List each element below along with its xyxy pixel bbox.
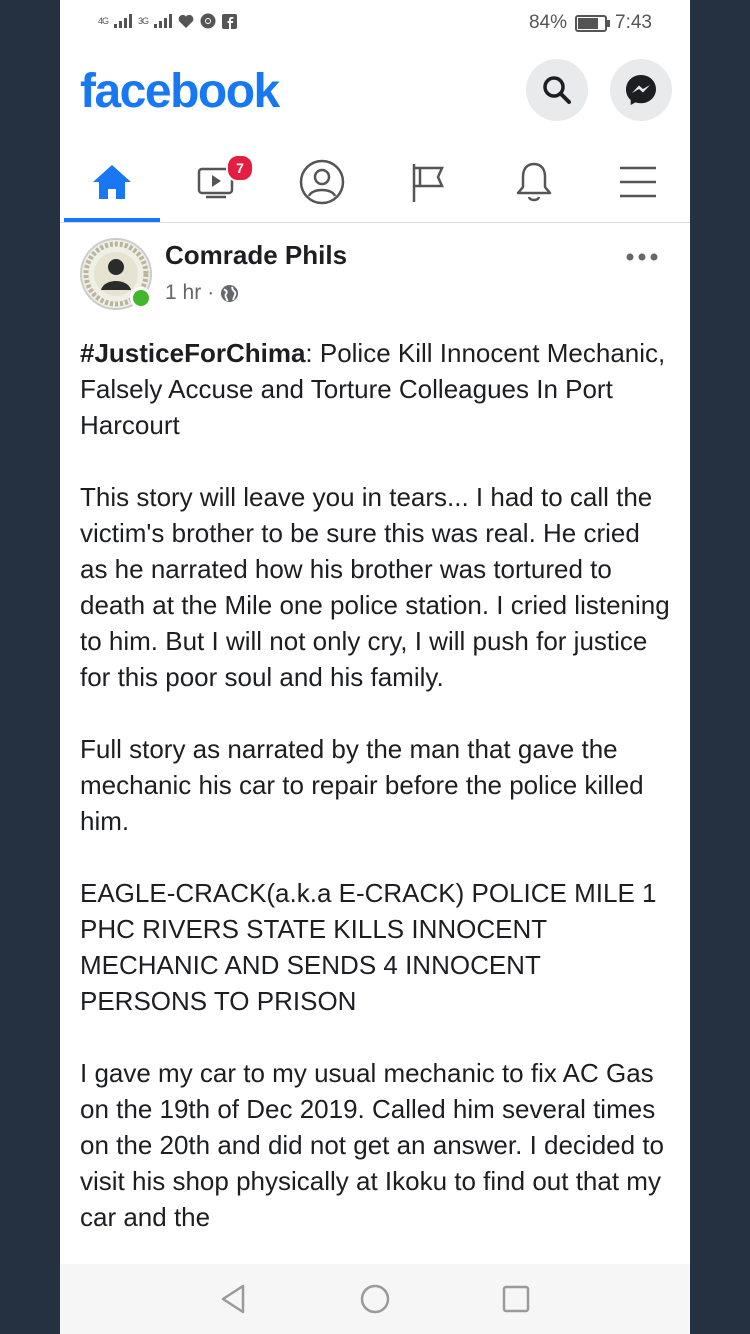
signal-label-2: 3G [138, 15, 149, 26]
search-icon [543, 76, 571, 104]
phone-screen: 4G 3G 84% 7:43 facebook 7 Comrade Phils … [60, 0, 690, 1334]
messenger-icon [626, 75, 656, 105]
bell-icon [516, 162, 552, 202]
status-right: 84% 7:43 [529, 12, 652, 34]
signal-icon [114, 14, 133, 28]
status-bar: 4G 3G 84% 7:43 [60, 0, 690, 48]
post-options-button[interactable] [626, 238, 658, 269]
signal-label-1: 4G [98, 15, 109, 26]
post-paragraph-4: I gave my car to my usual mechanic to fi… [80, 1058, 664, 1232]
profile-icon [299, 159, 345, 205]
system-nav-bar [60, 1264, 690, 1334]
top-nav: 7 [60, 148, 690, 224]
status-left: 4G 3G [98, 13, 238, 29]
post-body: #JusticeForChima: Police Kill Innocent M… [80, 335, 674, 1271]
online-status-dot [130, 287, 152, 309]
tab-notifications[interactable] [484, 148, 584, 216]
facebook-app-icon [222, 13, 238, 29]
battery-fill [578, 17, 599, 29]
tab-home[interactable] [62, 148, 162, 216]
battery-icon [575, 14, 611, 32]
nav-divider [60, 222, 690, 223]
heart-icon [178, 14, 194, 28]
facebook-logo[interactable]: facebook [80, 64, 280, 119]
battery-percent: 84% [528, 12, 568, 33]
post-paragraph-2: Full story as narrated by the man that g… [80, 734, 644, 836]
messenger-button[interactable] [610, 59, 672, 121]
globe-icon [221, 284, 239, 302]
flag-icon [412, 164, 444, 202]
post-author[interactable]: Comrade Phils [165, 240, 347, 271]
tab-pages[interactable] [378, 148, 478, 216]
tab-menu[interactable] [588, 148, 688, 216]
recents-icon[interactable] [501, 1284, 531, 1314]
post-meta: 1 hr · [165, 281, 239, 305]
clock: 7:43 [615, 12, 652, 33]
home-icon [93, 165, 131, 199]
post-time[interactable]: 1 hr [165, 281, 201, 305]
post-paragraph-1: This story will leave you in tears... I … [80, 482, 670, 692]
post-paragraph-3: EAGLE-CRACK(a.k.a E-CRACK) POLICE MILE 1… [80, 878, 657, 1016]
more-dots-icon [626, 253, 658, 261]
hashtag-link[interactable]: #JusticeForChima [80, 338, 305, 368]
signal-icon-2 [154, 14, 173, 28]
chrome-icon [200, 13, 216, 29]
search-button[interactable] [526, 59, 588, 121]
back-icon[interactable] [219, 1283, 249, 1315]
home-circle-icon[interactable] [359, 1283, 391, 1315]
meta-separator: · [207, 281, 215, 304]
watch-badge: 7 [226, 154, 254, 182]
post-headline: #JusticeForChima: Police Kill Innocent M… [80, 335, 674, 443]
tab-watch[interactable]: 7 [168, 148, 268, 216]
tab-profile[interactable] [272, 148, 372, 216]
hamburger-icon [620, 166, 656, 198]
